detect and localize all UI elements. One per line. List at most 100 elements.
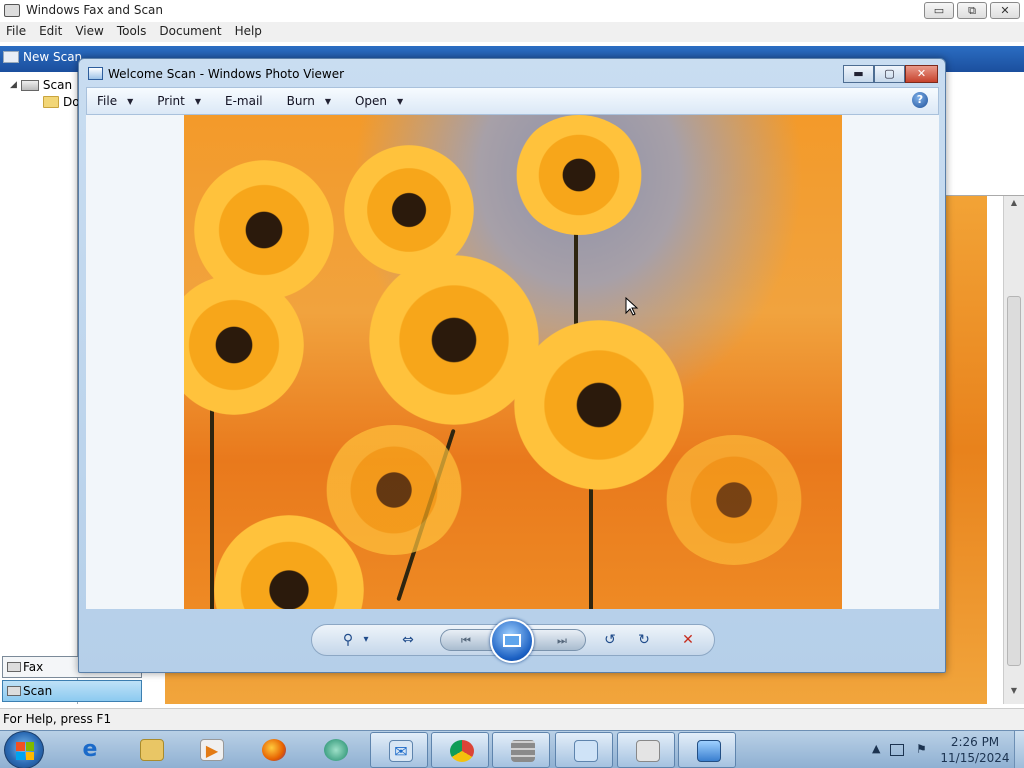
viewer-menu-email-label: E-mail — [225, 94, 263, 108]
photo-flower — [324, 425, 464, 555]
menu-help[interactable]: Help — [229, 22, 269, 42]
photo-flower — [344, 145, 474, 275]
fax-scan-folder-pane: ◢ Scan Do — [0, 72, 80, 704]
viewer-menu-open[interactable]: Open ▼ — [355, 94, 403, 108]
taskbar-media-player[interactable]: ▶ — [182, 732, 240, 768]
viewer-menu-file[interactable]: File ▼ — [97, 94, 133, 108]
taskbar-clock[interactable]: 2:26 PM 11/15/2024 — [940, 734, 1010, 766]
chrome-icon — [450, 740, 474, 762]
control-panel-icon — [574, 740, 598, 762]
menu-file[interactable]: File — [0, 22, 33, 42]
menu-tools[interactable]: Tools — [111, 22, 154, 42]
nav-fax-label: Fax — [23, 660, 44, 674]
network-icon[interactable] — [890, 744, 904, 756]
taskbar-firefox[interactable] — [244, 732, 302, 768]
fax-icon — [7, 662, 21, 672]
preview-scrollbar[interactable]: ▲ ▼ — [1003, 196, 1024, 704]
fax-scan-app-icon — [4, 4, 20, 17]
scroll-thumb[interactable] — [1007, 296, 1021, 666]
menu-view[interactable]: View — [69, 22, 110, 42]
windows-logo-icon — [16, 742, 34, 760]
taskbar-fax-and-scan[interactable]: ✉ — [370, 732, 428, 768]
scan-icon — [7, 686, 21, 696]
fax-scan-menubar: File Edit View Tools Document Help — [0, 22, 1024, 42]
zoom-icon[interactable]: ⚲ — [336, 625, 360, 655]
clock-time: 2:26 PM — [950, 735, 1000, 749]
viewer-maximize-button[interactable]: ▢ — [874, 65, 905, 83]
photo-viewer-window: Welcome Scan - Windows Photo Viewer ▬ ▢ … — [78, 58, 946, 673]
taskbar-windows-explorer[interactable] — [122, 732, 180, 768]
photo-viewer-app-icon — [88, 67, 103, 80]
chevron-down-icon: ▼ — [397, 96, 404, 106]
chevron-down-icon: ▼ — [324, 96, 331, 106]
taskbar: e ▶ ✉ ▲ ⚑ 2:26 PM 11/15/2024 — [0, 730, 1024, 768]
fax-scan-minimize-button[interactable]: ▭ — [924, 2, 954, 19]
photo-viewport — [86, 115, 939, 609]
chevron-down-icon: ▼ — [127, 96, 134, 106]
firewall-icon — [511, 740, 535, 762]
taskbar-photo-viewer[interactable] — [678, 732, 736, 768]
fax-scan-titlebar: Windows Fax and Scan ▭ ⧉ ✕ — [0, 0, 1024, 22]
taskbar-teamviewer[interactable] — [306, 732, 364, 768]
photo-viewer-icon — [697, 740, 721, 762]
fax-scan-close-button[interactable]: ✕ — [990, 2, 1020, 19]
taskbar-printer[interactable] — [617, 732, 675, 768]
viewer-command-bar: File ▼ Print ▼ E-mail Burn ▼ Open ▼ ? — [86, 87, 939, 115]
fax-scan-icon: ✉ — [389, 740, 413, 762]
start-button[interactable] — [4, 731, 44, 768]
delete-icon[interactable]: ✕ — [676, 625, 700, 655]
rotate-clockwise-icon[interactable]: ↻ — [632, 625, 656, 655]
next-icon[interactable]: ⏭ — [551, 626, 573, 656]
scan-list-area — [946, 100, 1024, 196]
show-desktop-button[interactable] — [1014, 731, 1024, 768]
new-scan-label: New Scan — [23, 50, 83, 64]
fax-scan-window-title: Windows Fax and Scan — [26, 3, 164, 17]
tree-collapse-icon[interactable]: ◢ — [10, 80, 17, 90]
viewer-menu-burn-label: Burn — [286, 94, 315, 108]
tree-item-scan-label: Scan — [42, 78, 73, 92]
scan-folder-icon — [20, 79, 39, 91]
menu-edit[interactable]: Edit — [33, 22, 69, 42]
firefox-icon — [262, 739, 286, 761]
actual-size-icon[interactable]: ⇔ — [396, 625, 420, 655]
status-bar: For Help, press F1 — [0, 708, 1024, 730]
tree-item-scan[interactable]: ◢ Scan — [10, 78, 72, 92]
viewer-minimize-button[interactable]: ▬ — [843, 65, 874, 83]
media-player-icon: ▶ — [200, 739, 224, 761]
viewer-menu-burn[interactable]: Burn ▼ — [287, 94, 331, 108]
viewer-menu-print[interactable]: Print ▼ — [157, 94, 201, 108]
new-scan-button[interactable]: New Scan — [3, 50, 82, 64]
nav-scan-label: Scan — [23, 684, 53, 698]
menu-document[interactable]: Document — [153, 22, 228, 42]
tree-item-documents[interactable]: Do — [43, 95, 80, 109]
viewer-menu-file-label: File — [97, 94, 118, 108]
nav-scan-button[interactable]: Scan — [2, 680, 142, 702]
status-text: For Help, press F1 — [3, 712, 112, 726]
taskbar-chrome[interactable] — [431, 732, 489, 768]
tray-overflow-icon[interactable]: ▲ — [872, 742, 880, 755]
taskbar-firewall[interactable] — [492, 732, 550, 768]
mouse-cursor-icon — [625, 297, 639, 316]
explorer-icon — [140, 739, 164, 761]
photo-flower — [514, 115, 644, 235]
taskbar-internet-explorer[interactable]: e — [60, 732, 118, 768]
photo-stem — [210, 395, 214, 609]
photo-flower — [664, 435, 804, 565]
fax-scan-restore-button[interactable]: ⧉ — [957, 2, 987, 19]
viewer-control-bar: ⚲ ▾ ⇔ ⏮ ⏭ ↺ ↻ ✕ — [311, 619, 715, 663]
viewer-menu-print-label: Print — [157, 94, 185, 108]
previous-icon[interactable]: ⏮ — [455, 626, 477, 656]
teamviewer-icon — [324, 739, 348, 761]
zoom-dropdown-icon[interactable]: ▾ — [360, 625, 372, 655]
rotate-counterclockwise-icon[interactable]: ↺ — [598, 625, 622, 655]
photo-viewer-title: Welcome Scan - Windows Photo Viewer — [108, 67, 345, 81]
action-center-flag-icon[interactable]: ⚑ — [916, 742, 927, 756]
taskbar-control-panel[interactable] — [555, 732, 613, 768]
viewer-menu-email[interactable]: E-mail — [225, 94, 263, 108]
help-icon[interactable]: ? — [912, 92, 928, 108]
slideshow-button[interactable] — [490, 619, 534, 663]
scroll-down-icon[interactable]: ▼ — [1004, 686, 1024, 702]
scroll-up-icon[interactable]: ▲ — [1004, 198, 1024, 214]
photo-flower — [194, 160, 334, 300]
viewer-close-button[interactable]: ✕ — [905, 65, 938, 83]
